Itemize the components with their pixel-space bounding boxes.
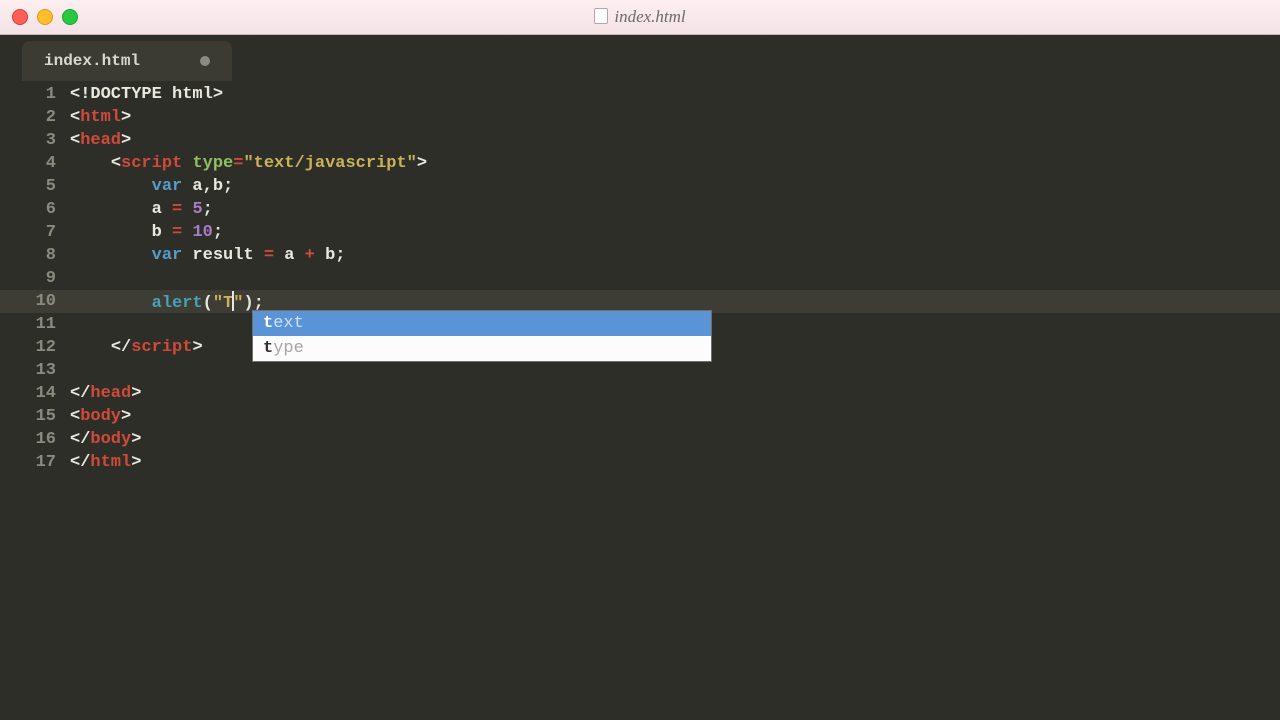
gutter-line-number: 11 (0, 315, 70, 334)
gutter-line-number: 13 (0, 361, 70, 380)
code-line[interactable]: 8 var result = a + b; (0, 244, 1280, 267)
code-line[interactable]: 7 b = 10; (0, 221, 1280, 244)
minimize-window-button[interactable] (37, 9, 53, 25)
code-content[interactable]: a = 5; (70, 200, 213, 219)
code-content[interactable]: </html> (70, 453, 141, 472)
file-icon (594, 8, 608, 24)
code-content[interactable]: var a,b; (70, 177, 233, 196)
code-line[interactable]: 16</body> (0, 428, 1280, 451)
code-content[interactable]: <head> (70, 131, 131, 150)
window-title-text: index.html (614, 7, 685, 26)
gutter-line-number: 12 (0, 338, 70, 357)
gutter-line-number: 9 (0, 269, 70, 288)
gutter-line-number: 10 (0, 292, 70, 311)
code-line[interactable]: 9 (0, 267, 1280, 290)
code-line[interactable]: 1<!DOCTYPE html> (0, 83, 1280, 106)
code-line[interactable]: 13 (0, 359, 1280, 382)
gutter-line-number: 14 (0, 384, 70, 403)
code-content[interactable]: b = 10; (70, 223, 223, 242)
code-content[interactable]: <body> (70, 407, 131, 426)
code-line[interactable]: 14</head> (0, 382, 1280, 405)
gutter-line-number: 7 (0, 223, 70, 242)
tab-label: index.html (44, 52, 140, 70)
code-line[interactable]: 2<html> (0, 106, 1280, 129)
gutter-line-number: 8 (0, 246, 70, 265)
gutter-line-number: 16 (0, 430, 70, 449)
code-content[interactable]: <script type="text/javascript"> (70, 154, 427, 173)
close-window-button[interactable] (12, 9, 28, 25)
gutter-line-number: 2 (0, 108, 70, 127)
gutter-line-number: 17 (0, 453, 70, 472)
code-content[interactable]: var result = a + b; (70, 246, 345, 265)
code-content[interactable]: </head> (70, 384, 141, 403)
gutter-line-number: 6 (0, 200, 70, 219)
gutter-line-number: 1 (0, 85, 70, 104)
gutter-line-number: 4 (0, 154, 70, 173)
code-content[interactable]: <!DOCTYPE html> (70, 85, 223, 104)
unsaved-indicator-icon (200, 56, 210, 66)
code-line[interactable]: 17</html> (0, 451, 1280, 474)
gutter-line-number: 15 (0, 407, 70, 426)
code-content[interactable]: <html> (70, 108, 131, 127)
window-titlebar: index.html (0, 0, 1280, 35)
code-content[interactable]: alert("T"); (70, 291, 264, 313)
code-line[interactable]: 5 var a,b; (0, 175, 1280, 198)
code-content[interactable]: </body> (70, 430, 141, 449)
code-line[interactable]: 15<body> (0, 405, 1280, 428)
code-editor[interactable]: 1<!DOCTYPE html>2<html>3<head>4 <script … (0, 83, 1280, 720)
window-title: index.html (0, 7, 1280, 27)
autocomplete-item[interactable]: text (253, 311, 711, 336)
autocomplete-item[interactable]: type (253, 336, 711, 361)
code-line[interactable]: 4 <script type="text/javascript"> (0, 152, 1280, 175)
autocomplete-popup[interactable]: texttype (252, 310, 712, 362)
gutter-line-number: 3 (0, 131, 70, 150)
code-line[interactable]: 3<head> (0, 129, 1280, 152)
code-line[interactable]: 6 a = 5; (0, 198, 1280, 221)
tab-index-html[interactable]: index.html (22, 41, 232, 81)
tab-bar: index.html (0, 35, 1280, 83)
code-content[interactable]: </script> (70, 338, 203, 357)
traffic-lights (12, 9, 78, 25)
gutter-line-number: 5 (0, 177, 70, 196)
zoom-window-button[interactable] (62, 9, 78, 25)
